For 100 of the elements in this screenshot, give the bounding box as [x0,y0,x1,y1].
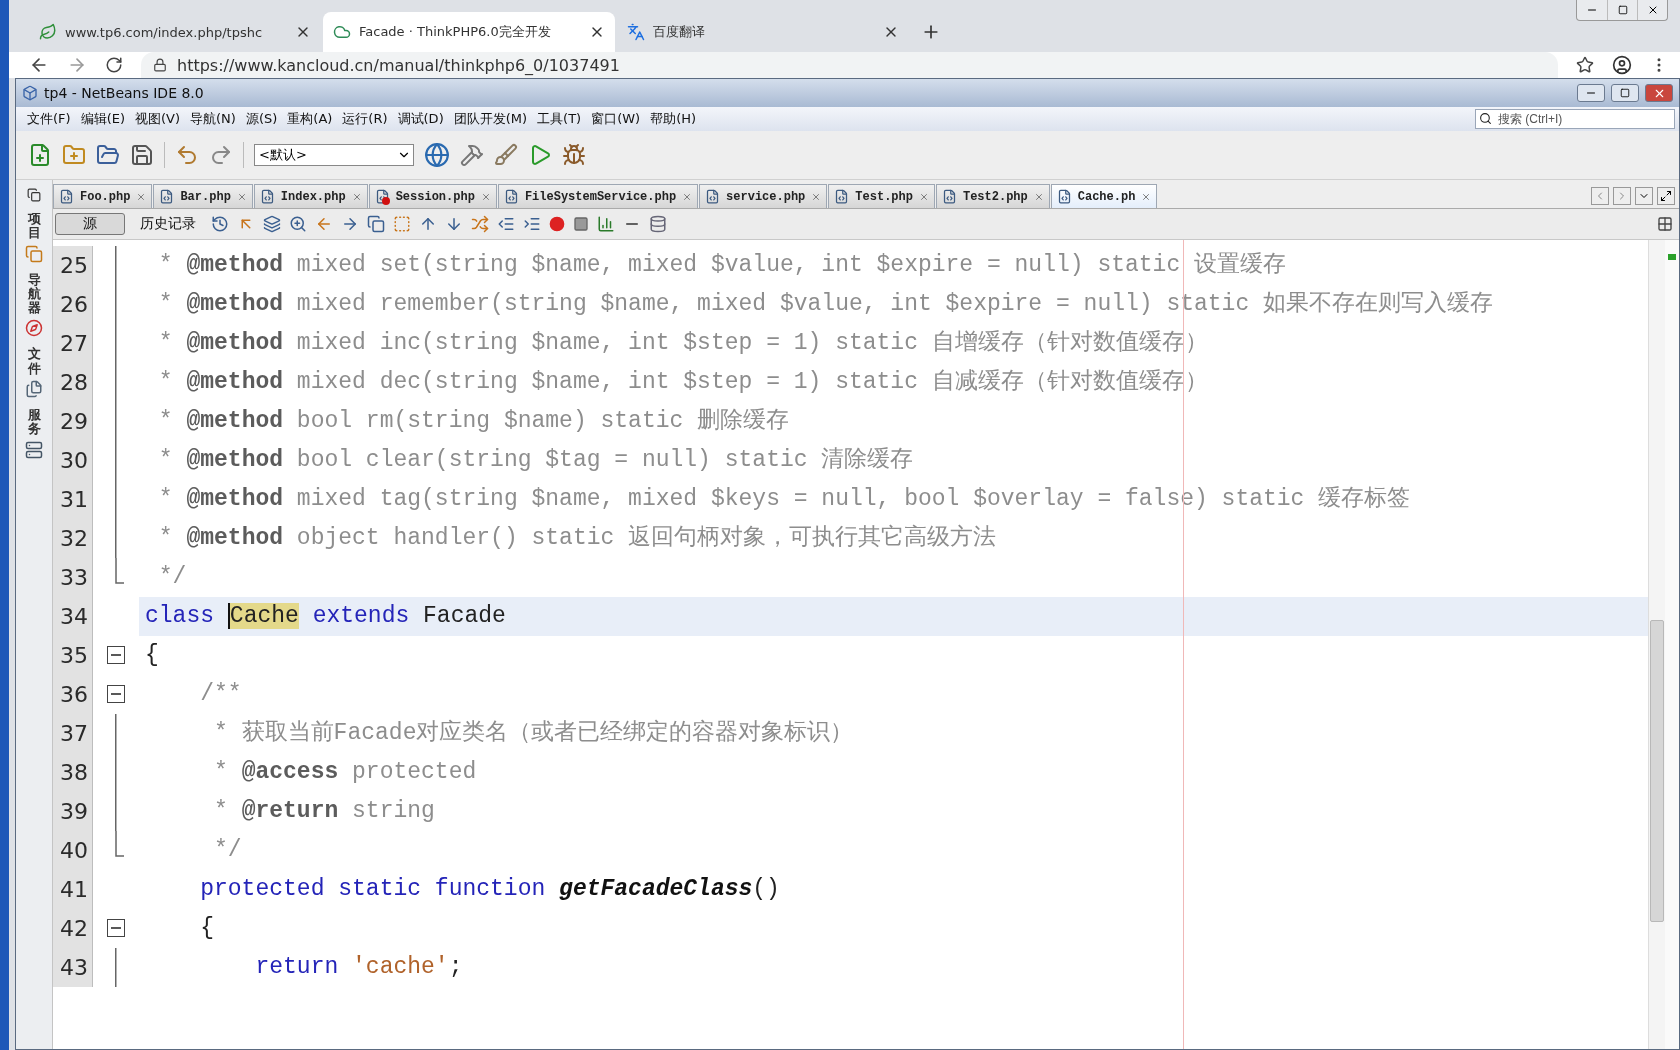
editor-tab[interactable]: Foo.php [53,184,153,208]
scroll-right-button[interactable] [1613,187,1631,205]
database-icon[interactable] [649,215,667,233]
split-icon[interactable] [1657,216,1673,232]
record-icon[interactable] [549,216,565,232]
file-icon [705,189,721,204]
cloud-icon [333,23,351,41]
search-field[interactable]: 搜索 (Ctrl+I) [1475,109,1675,129]
shuffle-icon[interactable] [471,215,489,233]
menu-item[interactable]: 运行(R) [337,110,393,128]
collapse-icon[interactable] [107,646,125,664]
history-icon[interactable] [211,215,229,233]
file-icon [503,189,519,204]
menu-item[interactable]: 文件(F) [22,110,76,128]
line-number: 31 [53,480,93,519]
leaf-icon [39,23,57,41]
file-icon [159,189,175,204]
scroll-left-button[interactable] [1591,187,1609,205]
browser-tab[interactable]: www.tp6.com/index.php/tpshc [29,12,321,52]
code-line: * @method mixed set(string $name, mixed $value, int $expire = null) static 设置缓存 [157,251,1287,280]
cube-icon [22,85,38,101]
search-icon[interactable] [1479,112,1492,125]
line-number: 42 [53,909,93,948]
account-icon[interactable] [1612,55,1632,75]
redo-icon[interactable] [209,143,233,167]
menu-item[interactable]: 视图(V) [130,110,186,128]
indent-icon[interactable] [523,215,541,233]
editor-tab[interactable]: Bar.php [153,184,253,208]
address-bar[interactable]: https://www.kancloud.cn/manual/thinkphp6_0/1037491 [141,52,1558,78]
code-line: * @access protected [213,758,478,787]
line-number: 33 [53,558,93,597]
menu-item[interactable]: 调试(D) [392,110,449,128]
editor-tab[interactable]: Session.php [368,184,497,208]
collapse-icon[interactable] [107,685,125,703]
file-icon [374,189,390,204]
close-button[interactable] [1645,84,1673,102]
scrollbar[interactable] [1648,240,1665,1049]
open-folder-icon[interactable] [96,143,120,167]
chart-icon[interactable] [597,215,615,233]
save-icon[interactable] [130,143,154,167]
editor-tab[interactable]: Cache.ph [1050,184,1158,208]
tab-list-button[interactable] [1635,187,1653,205]
editor-tab[interactable]: FileSystemService.php [497,184,699,208]
line-number: 38 [53,753,93,792]
stop-icon[interactable] [573,216,589,232]
outdent-icon[interactable] [497,215,515,233]
side-panel-tab[interactable]: 文件 [27,347,41,377]
right-arrow-icon[interactable] [341,215,359,233]
code-line: */ [213,836,243,865]
new-file-icon[interactable] [28,143,52,167]
layers-icon[interactable] [263,215,281,233]
code-line: * @return string [213,797,436,826]
menu-item[interactable]: 编辑(E) [75,110,130,128]
editor-tab[interactable]: Index.php [253,184,368,208]
editor-tab[interactable]: service.php [699,184,828,208]
collapse-icon[interactable] [107,919,125,937]
code-line: * @method object handler() static 返回句柄对象，可执行其它高级方法 [157,523,998,553]
menu-item[interactable]: 重构(A) [282,110,338,128]
view-tab[interactable]: 源 [55,213,125,235]
menu-item[interactable]: 源(S) [240,110,283,128]
hammer-icon[interactable] [460,143,484,167]
fold-guide-line [115,948,117,987]
compass-icon[interactable] [25,319,43,338]
brush-icon[interactable] [494,143,518,167]
down-arrow-icon[interactable] [445,215,463,233]
debug-icon[interactable] [562,143,586,167]
bookmark-star-icon[interactable] [1576,56,1594,74]
copy-icon[interactable] [367,215,385,233]
menu-item[interactable]: 团队开发(M) [448,110,533,128]
files-icon[interactable] [25,380,43,399]
maximize-icon [1617,5,1628,15]
reload-icon[interactable] [105,56,123,74]
code-line: protected static function getFacadeClass() [199,875,781,904]
code-line: return 'cache'; [254,953,464,982]
code-line: { [144,641,160,670]
configuration-dropdown[interactable]: <默认> [254,144,414,166]
line-number: 41 [53,870,93,909]
browser-tab[interactable]: 百度翻译 [617,12,909,52]
undo-icon[interactable] [175,143,199,167]
side-panel-tab[interactable]: 导航器 [27,272,41,316]
menu-item[interactable]: 帮助(H) [645,110,702,128]
minimize-button[interactable] [1577,84,1605,102]
new-folder-icon[interactable] [62,143,86,167]
line-number: 27 [53,324,93,363]
maximize-button[interactable] [1657,187,1675,205]
view-tab[interactable]: 历史记录 [133,213,203,235]
editor-tab[interactable]: Test2.php [935,184,1050,208]
globe-icon[interactable] [424,142,450,168]
file-icon [1056,189,1072,204]
menu-item[interactable]: 导航(N) [185,110,241,128]
browser-tab[interactable]: Facade · ThinkPHP6.0完全开发 [323,12,615,52]
side-panel-tab[interactable]: 项目 [27,212,41,241]
side-panel-tab[interactable]: 服务 [27,408,41,437]
selection-icon[interactable] [393,215,411,233]
menu-item[interactable]: 窗口(W) [586,110,646,128]
server-icon[interactable] [25,440,43,459]
menu-item[interactable]: 工具(T) [532,110,587,128]
restore-icon[interactable] [27,188,41,202]
editor-tab[interactable]: Test.php [828,184,935,208]
windows-icon[interactable] [25,244,43,263]
